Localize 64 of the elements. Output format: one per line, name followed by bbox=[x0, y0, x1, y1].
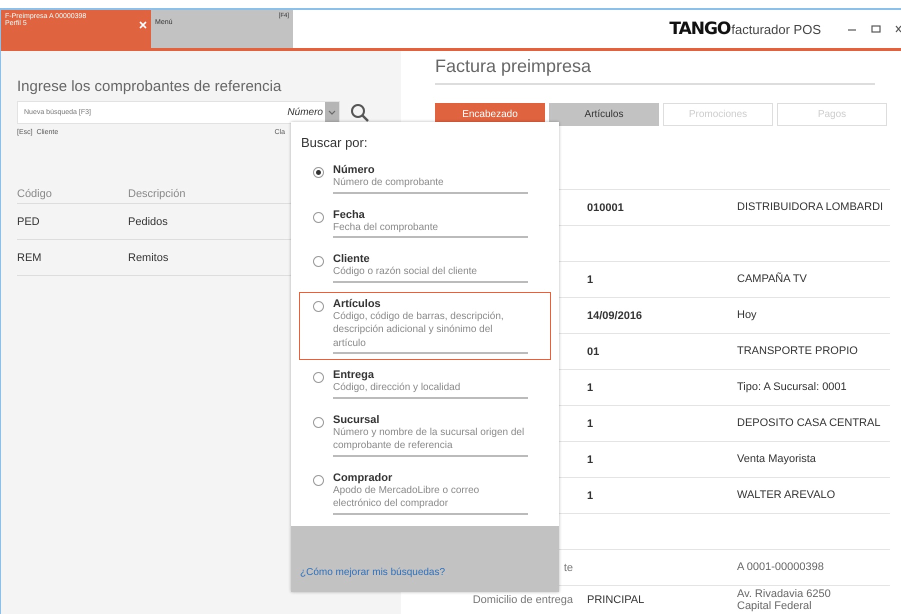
field-value: Tipo: A Sucursal: 0001 bbox=[737, 381, 847, 394]
close-icon[interactable] bbox=[895, 24, 901, 34]
radio-button[interactable] bbox=[313, 300, 324, 312]
maximize-icon[interactable] bbox=[871, 24, 881, 34]
search-option[interactable]: Comprador Apodo de MercadoLibre o correo electrónico del comprador bbox=[299, 466, 551, 520]
column-header: Descripción bbox=[128, 188, 186, 200]
search-option[interactable]: Entrega Código, dirección y localidad bbox=[299, 363, 551, 404]
option-label: Cliente bbox=[333, 253, 371, 265]
popup-title: Buscar por: bbox=[301, 135, 368, 150]
field-label: Domicilio de entrega bbox=[472, 594, 573, 606]
option-description: Fecha del comprobante bbox=[333, 220, 440, 234]
section-tab[interactable]: Artículos bbox=[549, 103, 659, 126]
option-label: Sucursal bbox=[333, 414, 380, 426]
field-value: DISTRIBUIDORA LOMBARDI bbox=[737, 201, 884, 214]
field-value: A 0001-00000398 bbox=[737, 561, 824, 574]
search-option[interactable]: Número Número de comprobante bbox=[299, 158, 551, 200]
field-value: WALTER AREVALO bbox=[737, 489, 836, 502]
search-option[interactable]: Artículos Código, código de barras, descripción, descripción adicional y sinónimo del artículo bbox=[299, 292, 551, 360]
option-label: Entrega bbox=[333, 369, 375, 381]
radio-button[interactable] bbox=[313, 256, 324, 267]
option-label: Número bbox=[333, 164, 376, 176]
field-label: te bbox=[564, 562, 573, 574]
option-description: Apodo de MercadoLibre o correo electrónico del comprador bbox=[333, 484, 480, 510]
radio-button[interactable] bbox=[313, 416, 324, 428]
field-code: 14/09/2016 bbox=[587, 310, 642, 322]
radio-button[interactable] bbox=[313, 212, 324, 222]
option-label: Comprador bbox=[333, 472, 394, 484]
radio-button[interactable] bbox=[313, 474, 324, 486]
field-code: 1 bbox=[587, 274, 594, 286]
column-header: Código bbox=[17, 188, 52, 200]
field-code: 1 bbox=[587, 382, 594, 394]
table-cell: REM bbox=[17, 252, 42, 264]
radio-button[interactable] bbox=[313, 372, 324, 383]
product-name: facturador POS bbox=[731, 22, 821, 36]
field-value: Hoy bbox=[737, 309, 757, 322]
field-code: 01 bbox=[587, 346, 600, 358]
table-cell: PED bbox=[17, 216, 40, 228]
field-value: DEPOSITO CASA CENTRAL bbox=[737, 417, 880, 430]
document-title: Factura preimpresa bbox=[435, 56, 875, 85]
brand-logo: TANGO bbox=[669, 19, 730, 39]
option-description: Código, código de barras, descripción, descripción adicional y sinónimo del artículo bbox=[333, 310, 505, 350]
option-description: Número de comprobante bbox=[333, 176, 445, 190]
option-description: Número y nombre de la sucursal origen del comprobante de referencia bbox=[333, 426, 526, 452]
table-cell: Remitos bbox=[128, 252, 168, 264]
field-value: CAMPAÑA TV bbox=[737, 273, 807, 286]
option-label: Artículos bbox=[333, 298, 382, 310]
field-value: Venta Mayorista bbox=[737, 453, 816, 466]
search-option[interactable]: Sucursal Número y nombre de la sucursal origen del comprobante de referencia bbox=[299, 408, 551, 462]
field-value: TRANSPORTE PROPIO bbox=[737, 345, 858, 358]
field-code: 010001 bbox=[587, 202, 624, 214]
table-cell: Pedidos bbox=[128, 216, 168, 228]
option-description: Código o razón social del cliente bbox=[333, 265, 478, 278]
field-code: 1 bbox=[587, 490, 594, 502]
search-icon[interactable] bbox=[350, 102, 370, 122]
radio-button[interactable] bbox=[313, 167, 324, 178]
option-label: Fecha bbox=[333, 208, 366, 220]
field-value: Av. Rivadavia 6250 Capital Federal bbox=[737, 588, 831, 612]
field-code: PRINCIPAL bbox=[587, 594, 644, 606]
search-option[interactable]: Cliente Código o razón social del cliente bbox=[299, 247, 551, 288]
search-option[interactable]: Fecha Fecha del comprobante bbox=[299, 202, 551, 244]
panel-title: Ingrese los comprobantes de referencia bbox=[17, 78, 282, 95]
field-code: 1 bbox=[587, 454, 594, 466]
field-code: 1 bbox=[587, 418, 594, 430]
option-description: Código, dirección y localidad bbox=[333, 381, 462, 394]
